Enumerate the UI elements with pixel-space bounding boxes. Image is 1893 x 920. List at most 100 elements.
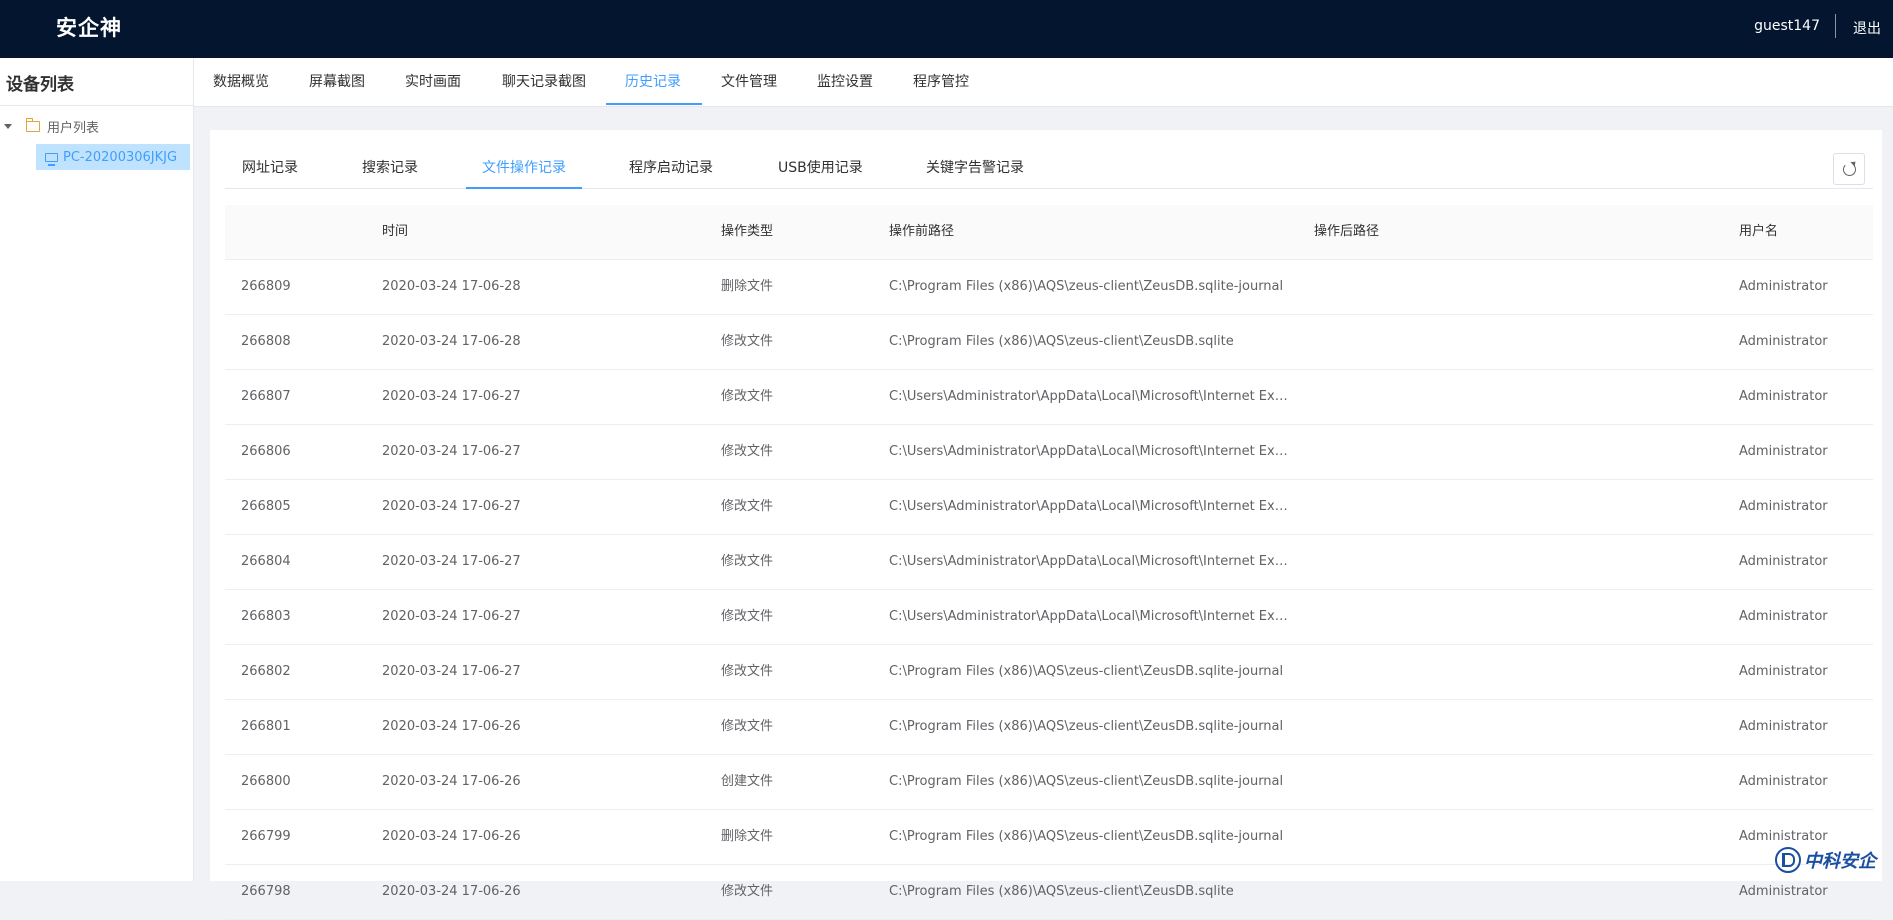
cell-id: 266798 xyxy=(241,884,291,899)
header-path-after: 操作后路径 xyxy=(1314,224,1380,239)
table-row[interactable]: 266809 2020-03-24 17-06-28 删除文件 C:\Program … xyxy=(225,260,1873,315)
cell-path-before: C:\Users\Administrator\AppData\Local\Mic… xyxy=(889,444,1291,459)
cell-id: 266800 xyxy=(241,774,291,789)
table-row[interactable]: 266807 2020-03-24 17-06-27 修改文件 C:\Users\Ad… xyxy=(225,370,1873,425)
cell-operation-type: 删除文件 xyxy=(721,279,774,294)
nav-tab-monitor-settings[interactable]: 监控设置 xyxy=(817,58,873,106)
nav-tab-chat-screenshots[interactable]: 聊天记录截图 xyxy=(502,58,586,106)
cell-operation-type: 修改文件 xyxy=(721,664,774,679)
cell-operation-type: 修改文件 xyxy=(721,884,774,899)
table-row[interactable]: 266805 2020-03-24 17-06-27 修改文件 C:\Users\Ad… xyxy=(225,480,1873,535)
table-row[interactable]: 266804 2020-03-24 17-06-27 修改文件 C:\Users\Ad… xyxy=(225,535,1873,590)
logout-button[interactable]: 退出 xyxy=(1853,18,1881,38)
cell-username: Administrator xyxy=(1739,774,1828,789)
table-row[interactable]: 266806 2020-03-24 17-06-27 修改文件 C:\Users\Ad… xyxy=(225,425,1873,480)
tree-node-device[interactable]: PC-20200306JKJG xyxy=(36,144,190,170)
table-row[interactable]: 266803 2020-03-24 17-06-27 修改文件 C:\Users\Ad… xyxy=(225,590,1873,645)
cell-time: 2020-03-24 17-06-26 xyxy=(382,774,521,789)
refresh-button[interactable] xyxy=(1833,153,1865,185)
device-sidebar: 设备列表 用户列表 PC-20200306JKJG xyxy=(0,58,194,881)
cell-operation-type: 创建文件 xyxy=(721,774,774,789)
cell-operation-type: 修改文件 xyxy=(721,444,774,459)
history-card: 网址记录 搜索记录 文件操作记录 程序启动记录 USB使用记录 关键字告警记录 … xyxy=(210,130,1882,920)
cell-username: Administrator xyxy=(1739,554,1828,569)
cell-id: 266801 xyxy=(241,719,291,734)
cell-time: 2020-03-24 17-06-27 xyxy=(382,444,521,459)
cell-username: Administrator xyxy=(1739,389,1828,404)
subtab-program-launch[interactable]: 程序启动记录 xyxy=(629,157,713,177)
table-row[interactable]: 266801 2020-03-24 17-06-26 修改文件 C:\Program … xyxy=(225,700,1873,755)
subtab-usb-usage[interactable]: USB使用记录 xyxy=(778,157,863,177)
file-operations-table: 时间 操作类型 操作前路径 操作后路径 用户名 266809 2020-03-24… xyxy=(225,205,1873,920)
cell-time: 2020-03-24 17-06-27 xyxy=(382,389,521,404)
cell-username: Administrator xyxy=(1739,719,1828,734)
nav-tab-overview[interactable]: 数据概览 xyxy=(213,58,269,106)
username: guest147 xyxy=(1754,18,1820,34)
cell-path-before: C:\Users\Administrator\AppData\Local\Mic… xyxy=(889,389,1291,404)
cell-time: 2020-03-24 17-06-28 xyxy=(382,279,521,294)
table-row[interactable]: 266808 2020-03-24 17-06-28 修改文件 C:\Program … xyxy=(225,315,1873,370)
cell-path-before: C:\Program Files (x86)\AQS\zeus-client\Z… xyxy=(889,334,1234,349)
cell-username: Administrator xyxy=(1739,334,1828,349)
cell-time: 2020-03-24 17-06-26 xyxy=(382,884,521,899)
table-row[interactable]: 266799 2020-03-24 17-06-26 删除文件 C:\Program … xyxy=(225,810,1873,865)
cell-time: 2020-03-24 17-06-27 xyxy=(382,499,521,514)
cell-operation-type: 修改文件 xyxy=(721,609,774,624)
cell-operation-type: 修改文件 xyxy=(721,554,774,569)
subtab-search-records[interactable]: 搜索记录 xyxy=(362,157,418,177)
cell-username: Administrator xyxy=(1739,609,1828,624)
table-body: 266809 2020-03-24 17-06-28 删除文件 C:\Program … xyxy=(225,260,1873,920)
caret-down-icon[interactable] xyxy=(4,123,12,129)
cell-operation-type: 删除文件 xyxy=(721,829,774,844)
sidebar-divider xyxy=(0,105,193,106)
cell-time: 2020-03-24 17-06-28 xyxy=(382,334,521,349)
cell-username: Administrator xyxy=(1739,664,1828,679)
table-row[interactable]: 266798 2020-03-24 17-06-26 修改文件 C:\Program … xyxy=(225,865,1873,920)
cell-path-before: C:\Users\Administrator\AppData\Local\Mic… xyxy=(889,609,1291,624)
tree-root-user-list[interactable]: 用户列表 xyxy=(4,116,99,136)
subtab-url-records[interactable]: 网址记录 xyxy=(242,157,298,177)
cell-operation-type: 修改文件 xyxy=(721,389,774,404)
cell-path-before: C:\Program Files (x86)\AQS\zeus-client\Z… xyxy=(889,884,1234,899)
app-title: 安企神 xyxy=(56,16,122,40)
main-nav: 数据概览 屏幕截图 实时画面 聊天记录截图 历史记录 文件管理 监控设置 程序管… xyxy=(194,58,1893,107)
nav-tab-file-management[interactable]: 文件管理 xyxy=(721,58,777,106)
cell-operation-type: 修改文件 xyxy=(721,334,774,349)
nav-tab-screenshots[interactable]: 屏幕截图 xyxy=(309,58,365,106)
folder-icon xyxy=(25,117,40,132)
cell-id: 266799 xyxy=(241,829,291,844)
cell-time: 2020-03-24 17-06-27 xyxy=(382,664,521,679)
cell-time: 2020-03-24 17-06-27 xyxy=(382,554,521,569)
cell-path-before: C:\Users\Administrator\AppData\Local\Mic… xyxy=(889,499,1291,514)
cell-username: Administrator xyxy=(1739,279,1828,294)
tree-root-label: 用户列表 xyxy=(47,120,100,136)
refresh-icon xyxy=(1842,162,1856,176)
cell-id: 266807 xyxy=(241,389,291,404)
watermark-logo: 中科安企 xyxy=(1775,843,1893,877)
subtab-keyword-alerts[interactable]: 关键字告警记录 xyxy=(926,157,1024,177)
monitor-icon xyxy=(45,152,58,166)
cell-id: 266809 xyxy=(241,279,291,294)
cell-operation-type: 修改文件 xyxy=(721,719,774,734)
cell-id: 266806 xyxy=(241,444,291,459)
header-time: 时间 xyxy=(382,224,409,239)
cell-operation-type: 修改文件 xyxy=(721,499,774,514)
nav-tab-live-view[interactable]: 实时画面 xyxy=(405,58,461,106)
subtab-active-indicator xyxy=(466,187,582,189)
table-row[interactable]: 266802 2020-03-24 17-06-27 修改文件 C:\Program … xyxy=(225,645,1873,700)
watermark-text: 中科安企 xyxy=(1804,851,1876,872)
nav-tab-history[interactable]: 历史记录 xyxy=(625,58,681,106)
topbar-divider xyxy=(1835,14,1836,38)
subtab-file-operations[interactable]: 文件操作记录 xyxy=(482,157,566,177)
device-label: PC-20200306JKJG xyxy=(63,149,178,165)
cell-time: 2020-03-24 17-06-26 xyxy=(382,719,521,734)
cell-id: 266804 xyxy=(241,554,291,569)
cell-path-before: C:\Program Files (x86)\AQS\zeus-client\Z… xyxy=(889,829,1284,844)
cell-id: 266805 xyxy=(241,499,291,514)
cell-id: 266808 xyxy=(241,334,291,349)
cell-id: 266803 xyxy=(241,609,291,624)
cell-path-before: C:\Program Files (x86)\AQS\zeus-client\Z… xyxy=(889,774,1284,789)
table-row[interactable]: 266800 2020-03-24 17-06-26 创建文件 C:\Program … xyxy=(225,755,1873,810)
nav-tab-program-control[interactable]: 程序管控 xyxy=(913,58,969,106)
cell-username: Administrator xyxy=(1739,499,1828,514)
